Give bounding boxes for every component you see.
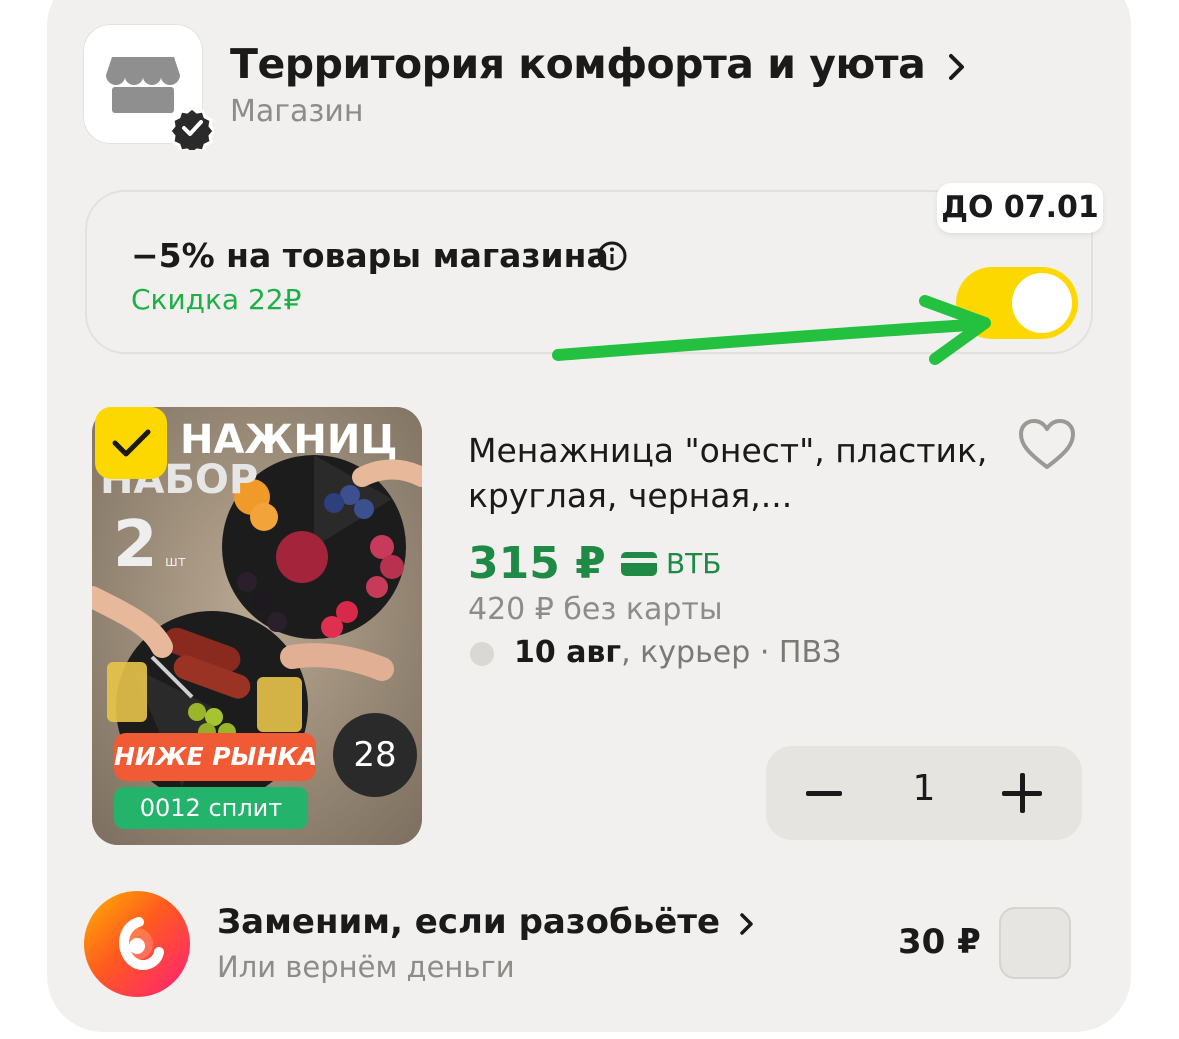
- split-badge: 0012 сплит: [114, 787, 308, 829]
- delivery-status-dot: [470, 641, 494, 666]
- price-without-card: 420 ₽ без карты: [468, 592, 723, 627]
- insurance-price: 30 ₽: [898, 922, 981, 962]
- chevron-right-icon: [740, 912, 753, 935]
- storefront-icon: [106, 57, 180, 113]
- diameter-badge: 28: [333, 713, 417, 797]
- image-count: 2: [113, 508, 158, 582]
- product-name[interactable]: Менажница "онест", пластик, круглая, чер…: [468, 428, 988, 518]
- delivery-method: , курьер · ПВЗ: [621, 635, 842, 670]
- delivery-date: 10 авг: [514, 635, 622, 670]
- store-title-link[interactable]: Территория комфорта и уюта: [230, 40, 967, 88]
- chevron-right-icon: [949, 54, 965, 80]
- insurance-checkbox[interactable]: [999, 907, 1071, 979]
- verified-badge-icon: [170, 106, 214, 150]
- delivery-info: 10 авг, курьер · ПВЗ: [470, 635, 841, 670]
- annotation-arrow-icon: [552, 295, 991, 365]
- favorite-heart-icon[interactable]: [1017, 418, 1077, 472]
- increase-quantity-button[interactable]: [1002, 772, 1046, 816]
- store-name: Территория комфорта и уюта: [230, 40, 926, 88]
- price-row: 315 ₽ ВТБ: [468, 538, 722, 589]
- bank-name: ВТБ: [665, 547, 722, 580]
- insurance-logo-icon: [84, 891, 190, 997]
- promo-discount: Скидка 22₽: [131, 283, 302, 316]
- info-icon[interactable]: [596, 240, 628, 272]
- below-market-badge: НИЖЕ РЫНКА: [114, 733, 317, 781]
- quantity-stepper: 1: [766, 746, 1082, 840]
- image-count-unit: шт: [165, 554, 186, 570]
- insurance-subtitle: Или вернём деньги: [217, 950, 515, 984]
- bank-card-icon: [620, 551, 657, 576]
- checkmark-icon: [112, 429, 151, 457]
- toggle-knob: [1012, 273, 1072, 333]
- promo-valid-until-badge: ДО 07.01: [937, 183, 1103, 233]
- insurance-title: Заменим, если разобьёте: [217, 902, 721, 942]
- promo-title: −5% на товары магазина: [131, 236, 609, 275]
- product-select-checkbox[interactable]: [95, 407, 167, 479]
- insurance-title-link[interactable]: Заменим, если разобьёте: [217, 902, 756, 942]
- store-type: Магазин: [230, 94, 364, 129]
- product-price: 315 ₽: [468, 538, 606, 589]
